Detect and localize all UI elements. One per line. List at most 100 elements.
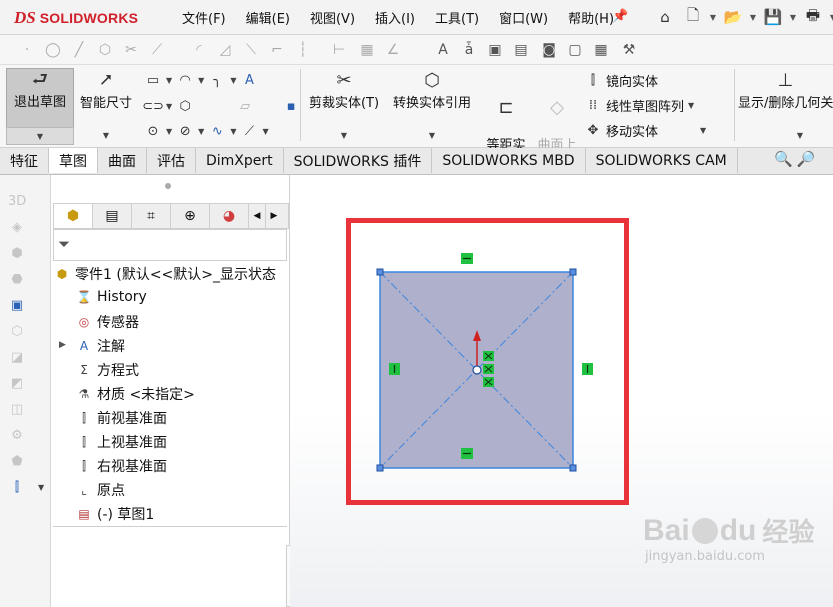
- new-document-icon[interactable]: 🗋: [680, 4, 706, 30]
- tab-solidworks-addins[interactable]: SOLIDWORKS 插件: [283, 148, 433, 173]
- coincident-relation-icon[interactable]: [483, 351, 494, 387]
- vertex-point[interactable]: [569, 268, 577, 276]
- trim-dropdown[interactable]: ▼: [336, 127, 352, 142]
- fillet-icon[interactable]: ◜: [190, 41, 208, 59]
- display-manager-tab[interactable]: ◕: [210, 204, 249, 228]
- slot-icon[interactable]: ⊂⊃: [142, 97, 164, 115]
- chevron-down-icon[interactable]: ▼: [788, 13, 798, 22]
- tree-item-material[interactable]: ⚗ 材质 <未指定>: [75, 384, 195, 404]
- tree-part-root[interactable]: ⬢ 零件1 (默认<<默认>_显示状态: [53, 264, 276, 284]
- tab-sketch[interactable]: 草图: [49, 148, 98, 173]
- chevron-down-icon[interactable]: ▼: [708, 13, 718, 22]
- centerline-icon[interactable]: ⟋: [240, 122, 258, 140]
- tree-item-equations[interactable]: Σ 方程式: [75, 360, 139, 380]
- scroll-right-icon[interactable]: ▶: [266, 204, 282, 228]
- zoom-area-icon[interactable]: 🔎: [797, 150, 816, 168]
- vertical-relation-icon[interactable]: [389, 363, 400, 375]
- grid-icon[interactable]: ▦: [358, 41, 376, 59]
- tree-filter[interactable]: ⏷: [53, 229, 287, 261]
- circle-icon[interactable]: ⊙: [144, 122, 162, 140]
- view-cube-icon[interactable]: ▣: [8, 297, 26, 315]
- menu-window[interactable]: 窗口(W): [489, 8, 558, 27]
- chevron-down-icon[interactable]: ▼: [688, 101, 694, 110]
- chevron-down-icon[interactable]: ▼: [748, 13, 758, 22]
- zoom-icon[interactable]: 🔍: [774, 150, 793, 168]
- render-icon[interactable]: ⬟: [8, 453, 26, 471]
- chevron-down-icon[interactable]: ▼: [166, 76, 172, 85]
- tree-item-sketch1[interactable]: ▤ (-) 草图1: [75, 504, 154, 524]
- chamfer-icon[interactable]: ◿: [216, 41, 234, 59]
- home-icon[interactable]: ⌂: [652, 4, 678, 30]
- polygon-icon[interactable]: ⬡: [96, 41, 114, 59]
- vertex-point[interactable]: [376, 464, 384, 472]
- convert-dropdown[interactable]: ▼: [424, 127, 440, 142]
- menu-edit[interactable]: 编辑(E): [236, 8, 300, 27]
- menu-view[interactable]: 视图(V): [300, 8, 365, 27]
- save-icon[interactable]: 💾: [760, 4, 786, 30]
- point-icon[interactable]: ▪: [282, 97, 300, 115]
- chevron-down-icon[interactable]: ▼: [166, 127, 172, 136]
- line-icon[interactable]: ╱: [70, 41, 88, 59]
- filter-icon[interactable]: ⏷: [58, 235, 70, 253]
- tab-features[interactable]: 特征: [0, 148, 49, 173]
- camera-icon[interactable]: ◙: [540, 41, 558, 59]
- chevron-down-icon[interactable]: ▼: [828, 13, 833, 22]
- menu-file[interactable]: 文件(F): [172, 8, 236, 27]
- vertex-point[interactable]: [376, 268, 384, 276]
- vertex-point[interactable]: [569, 464, 577, 472]
- text-icon[interactable]: A: [434, 41, 452, 59]
- smart-dimension-dropdown[interactable]: ▼: [98, 127, 114, 142]
- expand-arrow-icon[interactable]: ▶: [59, 340, 66, 350]
- features-icon[interactable]: ◈: [8, 219, 26, 237]
- tools-icon[interactable]: ⚒: [620, 41, 638, 59]
- chevron-down-icon[interactable]: ▼: [38, 483, 44, 492]
- assembly-icon[interactable]: ⬣: [8, 271, 26, 289]
- chevron-down-icon[interactable]: ▼: [166, 102, 172, 111]
- point-icon[interactable]: ·: [18, 41, 36, 59]
- menu-insert[interactable]: 插入(I): [365, 8, 425, 27]
- print-icon[interactable]: 🖶: [800, 4, 826, 30]
- block-icon[interactable]: ▤: [512, 41, 530, 59]
- open-folder-icon[interactable]: 📂: [720, 4, 746, 30]
- dashed-line-icon[interactable]: ┆: [294, 41, 312, 59]
- image-icon[interactable]: ▣: [486, 41, 504, 59]
- menu-tools[interactable]: 工具(T): [425, 8, 489, 27]
- tree-item-right-plane[interactable]: ⫿ 右视基准面: [75, 456, 167, 476]
- trim-entities-button[interactable]: ✂ 剪裁实体(T): [306, 70, 382, 111]
- exit-sketch-button[interactable]: ⮐ 退出草图: [6, 68, 74, 128]
- arc-icon[interactable]: ◠: [176, 71, 194, 89]
- corner-icon[interactable]: ⌐: [268, 41, 286, 59]
- ellipse-icon[interactable]: ⊘: [176, 122, 194, 140]
- relations-dropdown[interactable]: ▼: [792, 127, 808, 142]
- chevron-down-icon[interactable]: ▼: [198, 76, 204, 85]
- angle-icon[interactable]: ∠: [384, 41, 402, 59]
- tree-item-annotations[interactable]: A 注解: [75, 336, 125, 356]
- horizontal-relation-icon[interactable]: [461, 448, 473, 459]
- sketch-line-icon[interactable]: ⟍: [242, 41, 260, 59]
- circle-icon[interactable]: ◯: [44, 41, 62, 59]
- tab-solidworks-mbd[interactable]: SOLIDWORKS MBD: [432, 148, 586, 173]
- exit-sketch-dropdown[interactable]: ▼: [6, 127, 74, 145]
- configuration-tab[interactable]: ⌗: [132, 204, 171, 228]
- tab-dimxpert[interactable]: DimXpert: [196, 148, 284, 173]
- chevron-down-icon[interactable]: ▼: [198, 127, 204, 136]
- polygon-icon[interactable]: ⬡: [176, 97, 194, 115]
- pin-icon[interactable]: 📌: [612, 9, 628, 24]
- mirror-entities-button[interactable]: ⫿ 镜向实体: [584, 71, 658, 90]
- origin-point[interactable]: [472, 365, 482, 375]
- chevron-down-icon[interactable]: ▼: [230, 127, 236, 136]
- text-icon[interactable]: A: [240, 71, 258, 89]
- tab-surfaces[interactable]: 曲面: [98, 148, 147, 173]
- chevron-down-icon[interactable]: ▼: [262, 127, 268, 136]
- tree-item-origin[interactable]: ⌞ 原点: [75, 480, 125, 500]
- fillet-icon[interactable]: ╮: [208, 71, 226, 89]
- settings-icon[interactable]: ⚙: [8, 427, 26, 445]
- linear-pattern-button[interactable]: ⁞⁞ 线性草图阵列 ▼: [584, 96, 694, 115]
- plane-icon[interactable]: ▱: [236, 97, 254, 115]
- trim-icon[interactable]: ✂: [122, 41, 140, 59]
- horizontal-relation-icon[interactable]: [461, 253, 473, 264]
- tree-item-top-plane[interactable]: ⫿ 上视基准面: [75, 432, 167, 452]
- vertical-relation-icon[interactable]: [582, 363, 593, 375]
- extend-icon[interactable]: ⟋: [148, 41, 166, 59]
- cube-icon[interactable]: ⬡: [8, 323, 26, 341]
